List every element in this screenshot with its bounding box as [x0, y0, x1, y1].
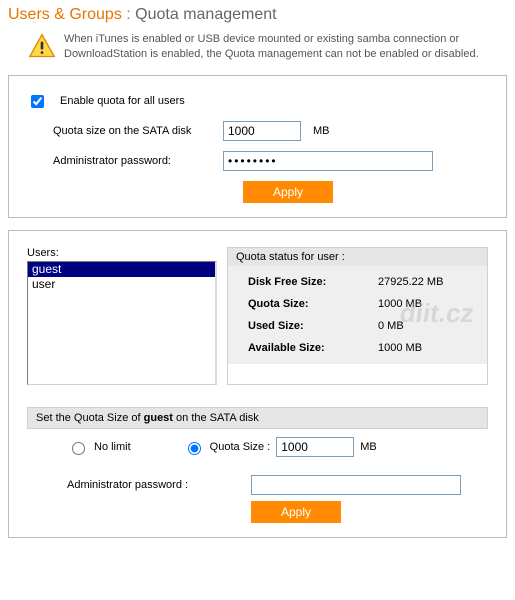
disk-free-value: 27925.22 MB [378, 276, 443, 288]
page-header: Users & Groups : Quota management [0, 0, 515, 28]
users-label: Users: [27, 247, 217, 259]
admin-password-label: Administrator password: [27, 155, 217, 167]
quota-size-value: 1000 MB [378, 298, 422, 310]
set-quota-user: guest [144, 412, 173, 424]
enable-quota-label: Enable quota for all users [60, 95, 185, 107]
warning-notice: When iTunes is enabled or USB device mou… [0, 28, 515, 75]
admin-password-label2: Administrator password : [67, 479, 237, 491]
set-quota-heading: Set the Quota Size of guest on the SATA … [27, 407, 488, 429]
admin-password-input2[interactable] [251, 475, 461, 495]
quota-size-input[interactable] [223, 121, 301, 141]
no-limit-label: No limit [94, 441, 131, 453]
user-quota-input[interactable] [276, 437, 354, 457]
list-item[interactable]: guest [28, 262, 215, 277]
quota-size-label2: Quota Size: [248, 298, 378, 310]
list-item[interactable]: user [28, 277, 215, 292]
quota-size-label: Quota size on the SATA disk [27, 125, 217, 137]
available-size-value: 1000 MB [378, 342, 422, 354]
admin-password-input[interactable] [223, 151, 433, 171]
warning-text: When iTunes is enabled or USB device mou… [64, 32, 495, 62]
quota-size-radio[interactable] [188, 442, 201, 455]
no-limit-radio[interactable] [72, 442, 85, 455]
users-listbox[interactable]: guestuser [27, 261, 217, 385]
apply-button[interactable]: Apply [243, 181, 333, 203]
section-title: Users & Groups : [8, 6, 131, 23]
warning-icon [28, 32, 56, 65]
used-size-value: 0 MB [378, 320, 404, 332]
quota-status-heading: Quota status for user : [228, 248, 487, 266]
quota-status-box: Quota status for user : Disk Free Size: … [227, 247, 488, 385]
quota-global-panel: Enable quota for all users Quota size on… [8, 75, 507, 218]
page-title: Quota management [135, 6, 276, 23]
unit-mb2: MB [360, 441, 377, 453]
used-size-label: Used Size: [248, 320, 378, 332]
disk-free-label: Disk Free Size: [248, 276, 378, 288]
quota-size-radio-label: Quota Size : [210, 441, 271, 453]
available-size-label: Available Size: [248, 342, 378, 354]
apply-button2[interactable]: Apply [251, 501, 341, 523]
set-quota-post: on the SATA disk [173, 412, 259, 424]
enable-quota-checkbox[interactable] [31, 95, 44, 108]
quota-user-panel: Users: guestuser Quota status for user :… [8, 230, 507, 538]
set-quota-pre: Set the Quota Size of [36, 412, 144, 424]
unit-mb: MB [313, 125, 330, 137]
